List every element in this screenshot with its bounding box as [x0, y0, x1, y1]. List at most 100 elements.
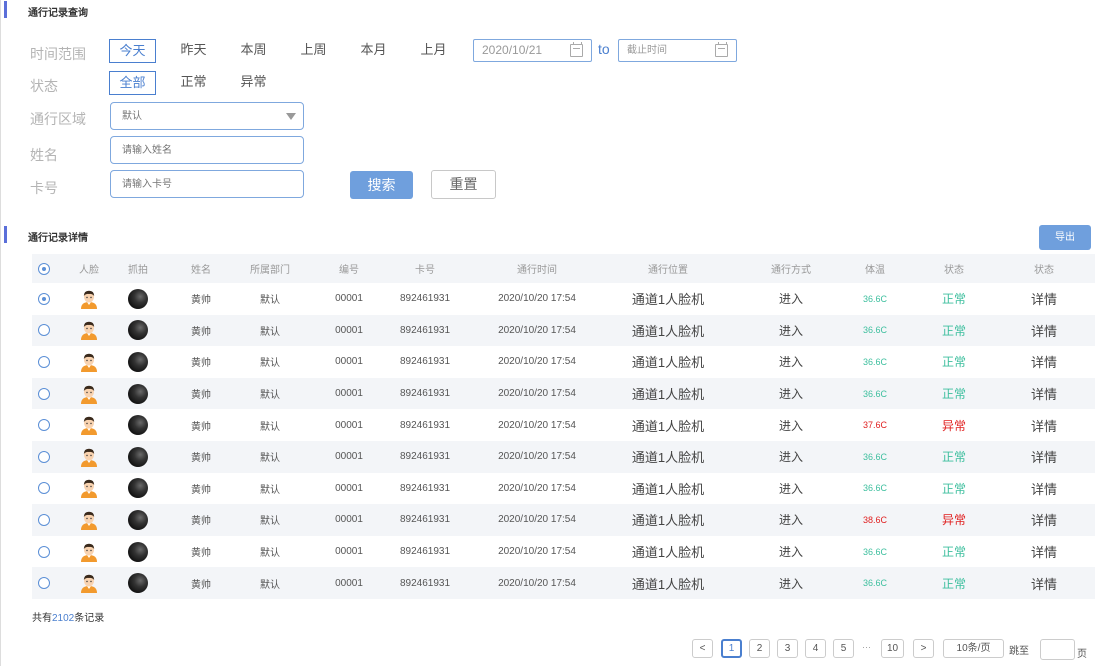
detail-link[interactable]: 详情 [1031, 352, 1057, 371]
export-button[interactable]: 导出 [1039, 225, 1091, 250]
detail-link[interactable]: 详情 [1031, 321, 1057, 340]
table-row[interactable]: 黄帅 默认 00001 892461931 2020/10/20 17:54 通道1人脸机… [32, 440, 1095, 473]
detail-link[interactable]: 详情 [1031, 289, 1057, 308]
page-button-last[interactable]: 10 [881, 639, 904, 658]
row-select-radio[interactable] [38, 355, 50, 368]
card-value: 892461931 [399, 419, 451, 431]
snapshot-thumbnail[interactable] [128, 573, 148, 594]
row-select-radio[interactable] [38, 292, 50, 305]
detail-link[interactable]: 详情 [1031, 479, 1057, 498]
mode-value: 进入 [778, 387, 803, 402]
mode-cell: 进入 [760, 283, 822, 315]
location-cell: 通道1人脸机 [620, 473, 716, 505]
prev-page-button[interactable]: < [692, 639, 713, 658]
time-range-option-4[interactable]: 上周 [290, 39, 337, 63]
detail-link[interactable]: 详情 [1031, 542, 1057, 561]
time-range-option-5[interactable]: 本月 [350, 39, 397, 63]
detail-link[interactable]: 详情 [1031, 447, 1057, 466]
select-all-radio[interactable] [38, 262, 50, 275]
table-row[interactable]: 黄帅 默认 00001 892461931 2020/10/20 17:54 通道1人脸机… [32, 283, 1095, 315]
card-value: 892461931 [399, 482, 451, 494]
page-button-5[interactable]: 5 [833, 639, 854, 658]
time-cell: 2020/10/20 17:54 [478, 283, 596, 315]
number-value: 00001 [335, 419, 363, 431]
page-button-4[interactable]: 4 [805, 639, 826, 658]
page-button-2[interactable]: 2 [749, 639, 770, 658]
card-label: 卡号 [30, 180, 58, 196]
row-select-radio[interactable] [38, 387, 50, 400]
snapshot-thumbnail[interactable] [128, 351, 148, 372]
name-input[interactable] [122, 137, 303, 164]
number-value: 00001 [335, 514, 363, 526]
snapshot-thumbnail[interactable] [128, 478, 148, 499]
time-range-option-2[interactable]: 昨天 [170, 39, 217, 63]
select-all-radio-cell [32, 254, 56, 283]
page-button-3[interactable]: 3 [777, 639, 798, 658]
card-input[interactable] [122, 171, 303, 198]
card-cell: 892461931 [385, 283, 465, 315]
mode-cell: 进入 [760, 536, 822, 568]
start-date-field[interactable]: 2020/10/21 [473, 39, 592, 62]
table-row[interactable]: 黄帅 默认 00001 892461931 2020/10/20 17:54 通道1人脸机… [32, 536, 1095, 568]
page-size-select[interactable]: 10条/页 [943, 639, 1004, 658]
card-value: 892461931 [399, 293, 451, 305]
name-value: 黄帅 [191, 453, 211, 465]
page-button-1[interactable]: 1 [721, 639, 742, 658]
location-value: 通道1人脸机 [631, 576, 705, 592]
snapshot-thumbnail[interactable] [128, 415, 148, 436]
area-select[interactable]: 默认 [110, 102, 304, 130]
row-select-radio[interactable] [38, 482, 50, 495]
jump-page-input[interactable] [1040, 639, 1075, 660]
mode-value: 进入 [778, 450, 803, 465]
table-row[interactable]: 黄帅 默认 00001 892461931 2020/10/20 17:54 通道1人脸机… [32, 409, 1095, 441]
status-option-3[interactable]: 异常 [230, 71, 277, 95]
time-range-option-6[interactable]: 上月 [410, 39, 457, 63]
end-date-placeholder: 截止时间 [627, 45, 667, 56]
search-button[interactable]: 搜索 [350, 171, 413, 199]
table-row[interactable]: 黄帅 默认 00001 892461931 2020/10/20 17:54 通道1人脸机… [32, 314, 1095, 347]
snapshot-thumbnail[interactable] [128, 446, 148, 467]
face-avatar-icon [81, 511, 97, 530]
pagination-ellipsis: ··· [862, 642, 871, 652]
detail-link[interactable]: 详情 [1031, 416, 1057, 435]
table-body: 黄帅默认 00001 892461931 2020/10/20 17:54 通道1人脸机… [32, 283, 1095, 599]
end-date-field[interactable]: 截止时间 [618, 39, 737, 62]
detail-link[interactable]: 详情 [1031, 574, 1057, 593]
department-cell: 默认 [244, 504, 296, 536]
temperature-value: 37.6C [862, 420, 888, 431]
calendar-icon[interactable] [715, 42, 728, 57]
time-value: 2020/10/20 17:54 [498, 482, 576, 494]
table-row[interactable]: 黄帅 默认 00001 892461931 2020/10/20 17:54 通道1人脸机… [32, 504, 1095, 536]
status-option-2[interactable]: 正常 [170, 71, 217, 95]
calendar-icon[interactable] [570, 42, 583, 57]
reset-button[interactable]: 重置 [431, 170, 496, 199]
snapshot-thumbnail[interactable] [128, 288, 148, 309]
table-row[interactable]: 黄帅 默认 00001 892461931 2020/10/20 17:54 通道1人脸机… [32, 346, 1095, 378]
row-select-radio[interactable] [38, 419, 50, 432]
row-select-radio[interactable] [38, 577, 50, 590]
row-select-radio[interactable] [38, 513, 50, 526]
table-row[interactable]: 黄帅 默认 00001 892461931 2020/10/20 17:54 通道1人脸机… [32, 473, 1095, 505]
snapshot-thumbnail[interactable] [128, 320, 148, 341]
temperature-cell: 36.6C [850, 567, 900, 599]
status-option-1[interactable]: 全部 [109, 71, 156, 95]
time-range-option-3[interactable]: 本周 [230, 39, 277, 63]
face-cell [68, 378, 110, 410]
snapshot-thumbnail[interactable] [128, 541, 148, 562]
snapshot-thumbnail[interactable] [128, 383, 148, 404]
snapshot-thumbnail[interactable] [128, 509, 148, 530]
row-select-radio[interactable] [38, 324, 50, 337]
table-row[interactable]: 黄帅 默认 00001 892461931 2020/10/20 17:54 通道1人脸机… [32, 377, 1095, 410]
time-range-option-1[interactable]: 今天 [109, 39, 156, 63]
detail-link[interactable]: 详情 [1031, 384, 1057, 403]
row-select-radio[interactable] [38, 545, 50, 558]
number-value: 00001 [335, 546, 363, 558]
location-cell: 通道1人脸机 [620, 315, 716, 347]
row-select-radio[interactable] [38, 450, 50, 463]
row-select-cell [32, 473, 56, 505]
next-page-button[interactable]: > [913, 639, 934, 658]
location-cell: 通道1人脸机 [620, 504, 716, 536]
number-value: 00001 [335, 482, 363, 494]
table-row[interactable]: 黄帅 默认 00001 892461931 2020/10/20 17:54 通道1人脸机… [32, 567, 1095, 599]
detail-link[interactable]: 详情 [1031, 510, 1057, 529]
